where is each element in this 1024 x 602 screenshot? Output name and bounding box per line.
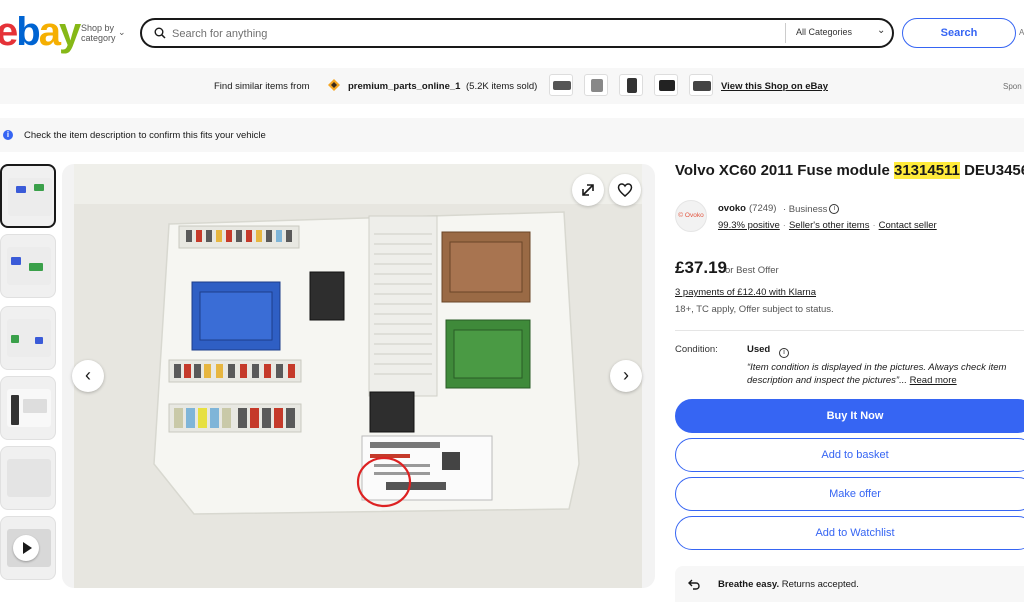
category-select[interactable]: All Categories (796, 27, 852, 37)
thumbnail-image (8, 178, 52, 216)
divider (785, 23, 786, 43)
notice-text: Check the item description to confirm th… (24, 130, 266, 141)
sponsored-label: Spon (1003, 82, 1022, 91)
condition-label: Condition: (675, 344, 718, 355)
gallery-thumbnail[interactable] (0, 446, 56, 510)
similar-item-thumbnail[interactable] (549, 74, 573, 96)
divider (675, 330, 1024, 331)
seller-type: · Business i (783, 204, 840, 215)
thumbnail-detail (11, 335, 19, 343)
thumbnail-detail (34, 184, 44, 191)
logo-letter-e: e (0, 10, 18, 54)
contact-seller-link[interactable]: Contact seller (879, 220, 937, 231)
header: ebay Shop by category ⌄ All Categories ⌄… (0, 0, 1024, 68)
logo-letter-y: y (58, 10, 81, 54)
price: £37.19 (675, 258, 727, 277)
logo-letter-b: b (16, 10, 40, 54)
chevron-down-icon[interactable]: ⌄ (877, 25, 885, 36)
separator: · (782, 220, 786, 231)
fitment-notice: i Check the item description to confirm … (0, 118, 1024, 152)
logo-letter-a: a (38, 10, 61, 54)
sellers-other-items-link[interactable]: Seller's other items (789, 220, 869, 231)
shop-by-line2: category (81, 33, 116, 43)
shop-sold-count: (5.2K items sold) (466, 81, 538, 92)
returns-banner: Breathe easy. Returns accepted. (675, 566, 1024, 602)
play-icon[interactable] (13, 535, 39, 561)
condition-desc-line1: “Item condition is displayed in the pict… (747, 362, 1007, 373)
similar-items-bar: Find similar items from premium_parts_on… (0, 68, 1024, 104)
search-button[interactable]: Search (902, 18, 1016, 48)
advanced-link[interactable]: A (1019, 28, 1024, 37)
thumbnail-detail (29, 263, 43, 271)
similar-item-thumbnail[interactable] (584, 74, 608, 96)
returns-normal: Returns accepted. (779, 579, 859, 590)
ebay-logo[interactable]: ebay (0, 10, 81, 54)
klarna-terms: 18+, TC apply, Offer subject to status. (675, 304, 834, 315)
view-shop-link[interactable]: View this Shop on eBay (721, 81, 828, 92)
main-image-container: ‹ › (62, 164, 655, 588)
search-input[interactable] (172, 25, 772, 43)
returns-bold: Breathe easy. (718, 579, 780, 590)
listing-title: Volvo XC60 2011 Fuse module 31314511 DEU… (675, 162, 1024, 179)
shop-by-category[interactable]: Shop by category (81, 23, 116, 43)
thumbnail-detail (35, 337, 43, 344)
shop-by-line1: Shop by (81, 23, 115, 33)
buy-it-now-button[interactable]: Buy It Now (675, 399, 1024, 433)
thumbnail-detail (23, 399, 47, 413)
add-to-watchlist-button[interactable]: Add to Watchlist (675, 516, 1024, 550)
info-icon: i (3, 130, 13, 140)
title-text-end: DEU3456 (959, 162, 1024, 179)
condition-desc-line2: description and inspect the pictures”... (747, 375, 908, 386)
previous-image-button[interactable]: ‹ (72, 360, 104, 392)
klarna-link[interactable]: 3 payments of £12.40 with Klarna (675, 287, 816, 298)
info-icon[interactable]: i (777, 344, 789, 362)
condition-value: Used (747, 344, 771, 355)
gallery-thumbnail[interactable] (0, 306, 56, 370)
similar-item-thumbnail[interactable] (654, 74, 678, 96)
expand-icon[interactable] (572, 174, 604, 206)
make-offer-button[interactable]: Make offer (675, 477, 1024, 511)
thumbnail-detail (11, 257, 21, 265)
return-arrow-icon (688, 579, 700, 590)
returns-text: Breathe easy. Returns accepted. (718, 579, 859, 590)
gallery-thumbnail[interactable] (0, 516, 56, 580)
similar-prefix: Find similar items from (214, 81, 310, 92)
best-offer-label: or Best Offer (725, 265, 779, 276)
gallery-thumbnail[interactable] (0, 164, 56, 228)
seller-links: 99.3% positive · Seller's other items · Cont… (718, 220, 937, 231)
thumbnail-image (7, 459, 51, 497)
seller-name[interactable]: ovoko (718, 203, 746, 214)
next-image-button[interactable]: › (610, 360, 642, 392)
heart-icon[interactable] (609, 174, 641, 206)
similar-item-thumbnail[interactable] (689, 74, 713, 96)
search-bar: All Categories ⌄ (140, 18, 894, 48)
add-to-basket-button[interactable]: Add to basket (675, 438, 1024, 472)
title-text: Volvo XC60 2011 Fuse module (675, 162, 894, 179)
search-icon (154, 27, 166, 39)
info-icon[interactable]: i (829, 204, 840, 215)
shop-logo-icon (328, 79, 340, 91)
read-more-link[interactable]: Read more (910, 375, 957, 386)
gallery-thumbnail[interactable] (0, 234, 56, 298)
seller-type-text: · Business (783, 204, 828, 215)
product-photo[interactable] (74, 164, 642, 588)
thumbnail-detail (11, 395, 19, 425)
seller-feedback-count[interactable]: (7249) (749, 203, 776, 214)
gallery-thumbnail[interactable] (0, 376, 56, 440)
positive-feedback-link[interactable]: 99.3% positive (718, 220, 780, 231)
seller-avatar[interactable]: © Ovoko (675, 200, 707, 232)
chevron-down-icon[interactable]: ⌄ (118, 27, 126, 38)
title-highlight: 31314511 (893, 162, 960, 179)
fuse-module-image (74, 164, 642, 588)
condition-description: “Item condition is displayed in the pict… (747, 361, 1024, 387)
similar-item-thumbnail[interactable] (619, 74, 643, 96)
separator: · (872, 220, 876, 231)
thumbnail-detail (16, 186, 26, 193)
shop-name-link[interactable]: premium_parts_online_1 (348, 81, 460, 92)
